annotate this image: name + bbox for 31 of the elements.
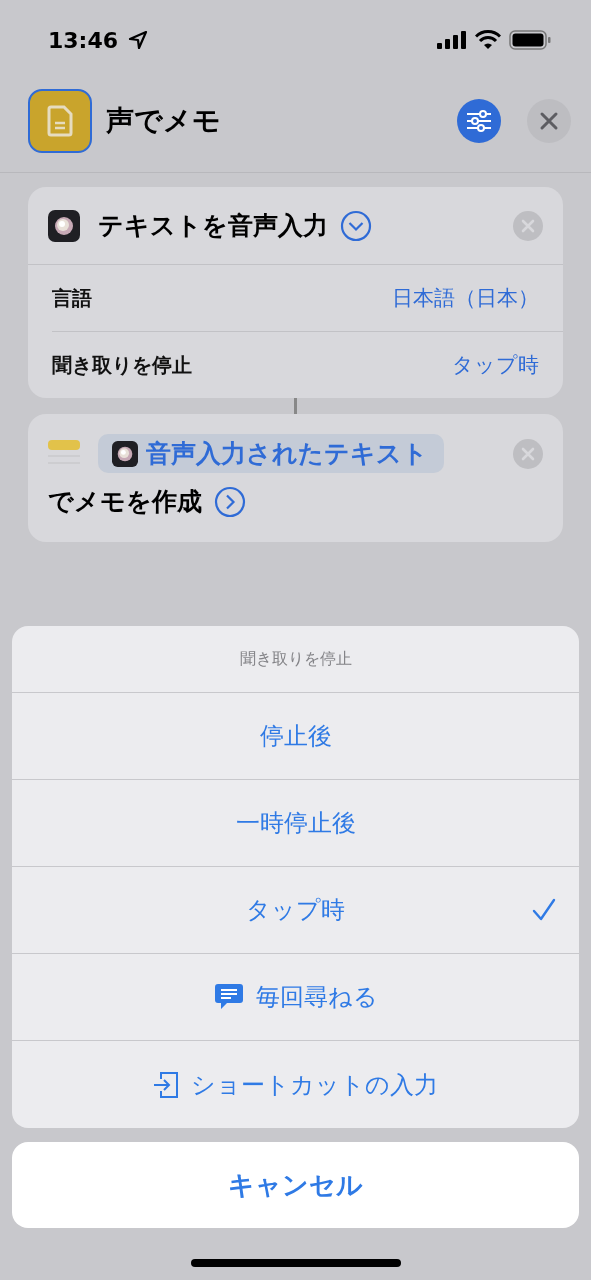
variable-token[interactable]: 音声入力されたテキスト [98, 434, 444, 473]
message-icon [213, 983, 244, 1011]
parameter-value[interactable]: 日本語（日本） [392, 284, 539, 312]
location-arrow-icon [128, 30, 149, 50]
cancel-button[interactable]: キャンセル [12, 1142, 579, 1228]
dictation-app-icon [48, 209, 80, 242]
parameter-label: 言語 [52, 284, 92, 312]
parameter-label: 聞き取りを停止 [52, 351, 192, 379]
chevron-right-icon[interactable] [214, 485, 246, 518]
shortcut-title: 声でメモ [106, 103, 221, 139]
close-button[interactable] [527, 99, 571, 143]
close-icon [539, 111, 559, 131]
sheet-title: 聞き取りを停止 [12, 626, 579, 693]
signal-icon [437, 31, 467, 49]
sheet-option[interactable]: 停止後 [12, 693, 579, 780]
sheet-option[interactable]: 毎回尋ねる [12, 954, 579, 1041]
status-time: 13:46 [48, 27, 119, 53]
sliders-icon [465, 109, 493, 133]
input-icon [153, 1069, 179, 1100]
action-title: テキストを音声入力 [98, 210, 328, 242]
battery-icon [509, 30, 551, 50]
wifi-icon [475, 30, 501, 50]
chevron-down-icon[interactable] [340, 209, 372, 242]
sheet-option[interactable]: ショートカットの入力 [12, 1041, 579, 1128]
shortcut-icon[interactable] [28, 89, 92, 153]
dictation-app-icon [112, 440, 138, 467]
sheet-option[interactable]: タップ時 [12, 867, 579, 954]
parameter-value[interactable]: タップ時 [452, 351, 539, 379]
action-title: でメモを作成 [48, 486, 202, 518]
sheet-option[interactable]: 一時停止後 [12, 780, 579, 867]
settings-button[interactable] [457, 99, 501, 143]
